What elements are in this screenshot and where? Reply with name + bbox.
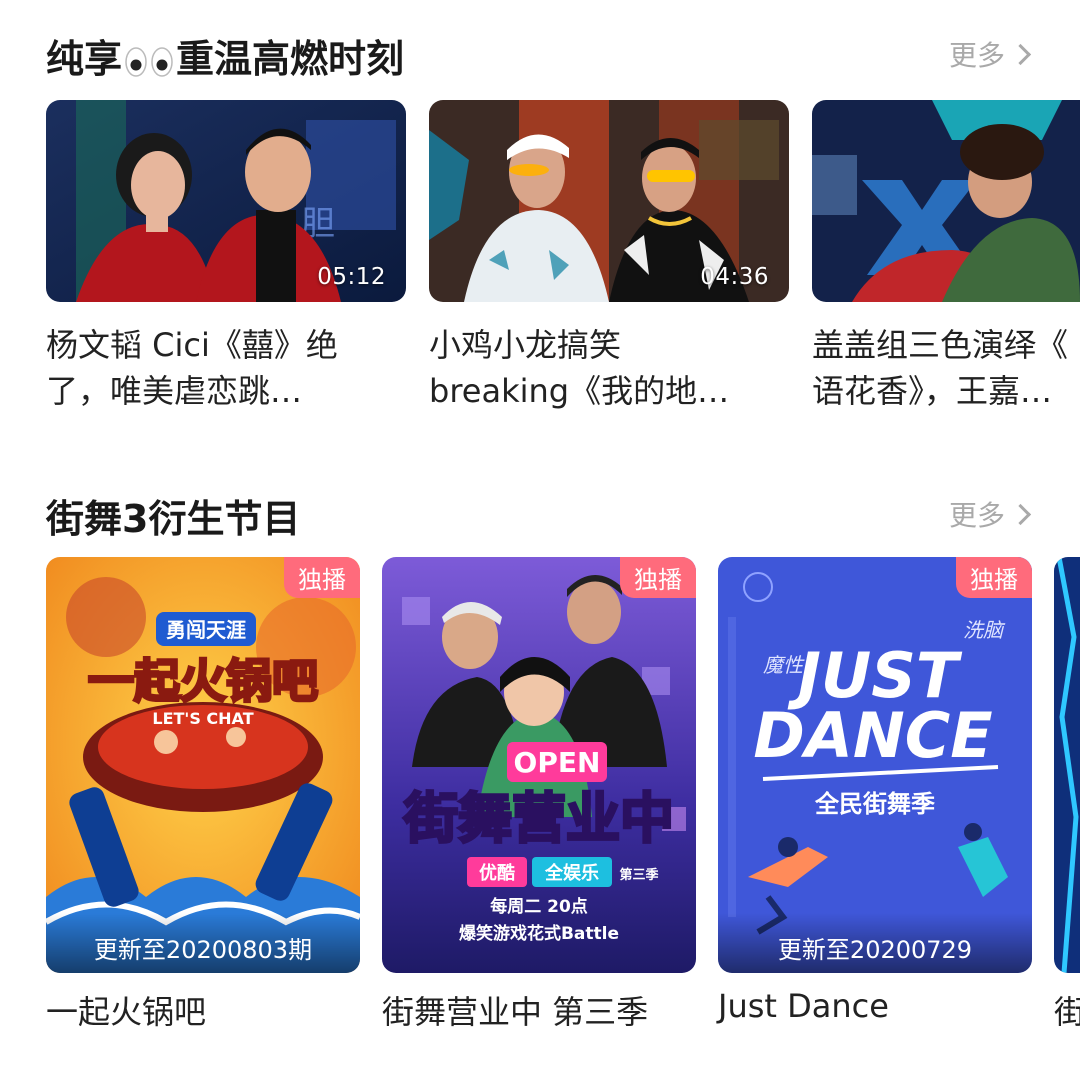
section-title: 街舞3衍生节目 [46,497,301,541]
show-title: 街 [1054,993,1080,1031]
more-link[interactable]: 更多 [948,494,1032,534]
video-title: 小鸡小龙搞笑 breaking《我的地… [429,322,789,414]
video-thumbnail: 04:36 [429,100,789,302]
more-label: 更多 [948,499,1005,532]
video-card[interactable]: 04:36 小鸡小龙搞笑 breaking《我的地… [429,100,789,420]
video-title-line2: breaking《我的地… [429,372,730,410]
poster-line1: 每周二 20点 [490,896,588,917]
video-thumbnail: 胆 05:12 [46,100,406,302]
video-title-line1: 盖盖组三色演绎《 [812,326,1069,364]
video-duration: 04:36 [700,264,769,290]
section-title-part2: 重温高燃时刻 [176,37,405,81]
poster-tag1: 优酷 [479,862,515,884]
video-title-line1: 杨文韬 Cici《囍》绝 [46,326,338,364]
video-thumbnail [812,100,1080,302]
update-status: 更新至20200803期 [46,913,360,973]
show-title: Just Dance [718,987,889,1025]
show-card[interactable]: 街 [1054,557,1080,1037]
show-title: 一起火锅吧 [46,993,207,1031]
show-title: 街舞营业中 第三季 [382,993,649,1031]
video-card[interactable]: 盖盖组三色演绎《 语花香》，王嘉… [812,100,1080,420]
poster-logo: 勇闯天涯 [166,618,246,642]
eyes-icon [125,46,173,77]
poster-line2: 爆笑游戏花式Battle [459,923,619,944]
video-title: 杨文韬 Cici《囍》绝 了，唯美虐恋跳… [46,322,406,414]
poster-title: 一起火锅吧 [88,654,318,708]
show-card[interactable]: 魔性 洗脑 JUST DANCE 全民街舞季 独播 更新至20200729 Ju… [718,557,1032,1037]
update-status: 更新至20200729 [718,913,1032,973]
poster-tag2: 全娱乐 [544,862,599,884]
video-title-line1: 小鸡小龙搞笑 [429,326,622,364]
more-link[interactable]: 更多 [948,34,1032,74]
show-card[interactable]: OPEN 街舞营业中 优酷 全娱乐 第三季 每周二 20点 爆笑游戏花式Batt… [382,557,696,1037]
show-poster: OPEN 街舞营业中 优酷 全娱乐 第三季 每周二 20点 爆笑游戏花式Batt… [382,557,696,973]
poster-subtitle: LET'S CHAT [152,709,253,728]
chevron-right-icon [1009,43,1032,65]
poster-subtitle: 全民街舞季 [814,790,935,818]
show-poster: 勇闯天涯 一起火锅吧 LET'S CHAT 独播 更新至20200803期 [46,557,360,973]
video-title-line2: 语花香》，王嘉… [812,372,1053,410]
more-label: 更多 [948,39,1005,72]
video-card[interactable]: 胆 05:12 杨文韬 Cici《囍》绝 了，唯美虐恋跳… [46,100,406,420]
video-duration: 05:12 [317,264,386,290]
show-card[interactable]: 勇闯天涯 一起火锅吧 LET'S CHAT 独播 更新至20200803期 一起… [46,557,360,1037]
exclusive-badge: 独播 [956,557,1032,598]
poster-title-line2: DANCE [753,699,992,772]
video-title-line2: 了，唯美虐恋跳… [46,372,303,410]
exclusive-badge: 独播 [284,557,360,598]
exclusive-badge: 独播 [620,557,696,598]
poster-tag3: 第三季 [619,867,658,883]
poster-title: 街舞营业中 [403,787,674,850]
show-poster [1054,557,1080,973]
chevron-right-icon [1009,503,1032,525]
section-title-part1: 纯享 [46,37,123,81]
poster-open: OPEN [514,746,601,779]
show-poster: 魔性 洗脑 JUST DANCE 全民街舞季 独播 更新至20200729 [718,557,1032,973]
video-title: 盖盖组三色演绎《 语花香》，王嘉… [812,322,1080,414]
section-title: 纯享 重温高燃时刻 [46,28,404,83]
poster-right-word: 洗脑 [963,618,1006,642]
